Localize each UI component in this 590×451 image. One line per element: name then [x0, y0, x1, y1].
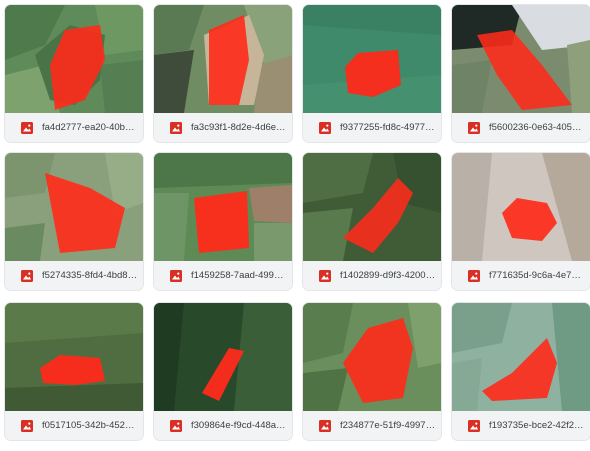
satellite-thumbnail-image	[5, 5, 143, 113]
file-grid: fa4d2777-ea20-40bd-a... fa3c93f1-8d2e-4d…	[0, 0, 590, 451]
file-name: f193735e-bce2-42f2-b...	[489, 420, 585, 431]
file-thumbnail	[154, 153, 292, 261]
file-thumbnail	[303, 153, 441, 261]
file-card[interactable]: fa3c93f1-8d2e-4d6e-8...	[154, 5, 292, 142]
file-thumbnail	[303, 5, 441, 113]
satellite-thumbnail-image	[303, 5, 441, 113]
file-card[interactable]: f234877e-51f9-4997-a...	[303, 303, 441, 440]
file-card[interactable]: f193735e-bce2-42f2-b...	[452, 303, 590, 440]
image-file-icon	[319, 269, 331, 282]
file-name: f1459258-7aad-4992-8...	[191, 270, 287, 281]
file-card[interactable]: f771635d-9c6a-4e79-9...	[452, 153, 590, 290]
file-thumbnail	[452, 5, 590, 113]
file-thumbnail	[154, 5, 292, 113]
file-name: fa3c93f1-8d2e-4d6e-8...	[191, 122, 287, 133]
satellite-thumbnail-image	[303, 303, 441, 411]
file-thumbnail	[452, 153, 590, 261]
image-file-icon	[170, 121, 182, 134]
file-card[interactable]: f1459258-7aad-4992-8...	[154, 153, 292, 290]
file-name: f9377255-fd8c-4977-9...	[340, 122, 436, 133]
file-thumbnail	[154, 303, 292, 411]
file-name: f5274335-8fd4-4bd8-a...	[42, 270, 138, 281]
file-name: f1402899-d9f3-4200-9...	[340, 270, 436, 281]
file-thumbnail	[5, 5, 143, 113]
file-card[interactable]: f5600236-0e63-4059-a...	[452, 5, 590, 142]
file-card[interactable]: f9377255-fd8c-4977-9...	[303, 5, 441, 142]
image-file-icon	[21, 269, 33, 282]
image-file-icon	[319, 419, 331, 432]
file-name: f234877e-51f9-4997-a...	[340, 420, 436, 431]
satellite-thumbnail-image	[5, 303, 143, 411]
satellite-thumbnail-image	[452, 303, 590, 411]
satellite-thumbnail-image	[154, 5, 292, 113]
file-name: f309864e-f9cd-448a-a...	[191, 420, 287, 431]
file-card[interactable]: f309864e-f9cd-448a-a...	[154, 303, 292, 440]
image-file-icon	[468, 269, 480, 282]
image-file-icon	[21, 419, 33, 432]
satellite-thumbnail-image	[452, 5, 590, 113]
file-card[interactable]: f0517105-342b-4525-9...	[5, 303, 143, 440]
satellite-thumbnail-image	[154, 153, 292, 261]
image-file-icon	[468, 419, 480, 432]
file-thumbnail	[452, 303, 590, 411]
image-file-icon	[468, 121, 480, 134]
file-card[interactable]: fa4d2777-ea20-40bd-a...	[5, 5, 143, 142]
satellite-thumbnail-image	[303, 153, 441, 261]
file-thumbnail	[5, 153, 143, 261]
image-file-icon	[21, 121, 33, 134]
file-name: fa4d2777-ea20-40bd-a...	[42, 122, 138, 133]
file-card[interactable]: f5274335-8fd4-4bd8-a...	[5, 153, 143, 290]
file-thumbnail	[303, 303, 441, 411]
satellite-thumbnail-image	[5, 153, 143, 261]
file-thumbnail	[5, 303, 143, 411]
satellite-thumbnail-image	[154, 303, 292, 411]
file-name: f5600236-0e63-4059-a...	[489, 122, 585, 133]
file-card[interactable]: f1402899-d9f3-4200-9...	[303, 153, 441, 290]
image-file-icon	[170, 269, 182, 282]
image-file-icon	[319, 121, 331, 134]
image-file-icon	[170, 419, 182, 432]
file-name: f0517105-342b-4525-9...	[42, 420, 138, 431]
file-name: f771635d-9c6a-4e79-9...	[489, 270, 585, 281]
satellite-thumbnail-image	[452, 153, 590, 261]
